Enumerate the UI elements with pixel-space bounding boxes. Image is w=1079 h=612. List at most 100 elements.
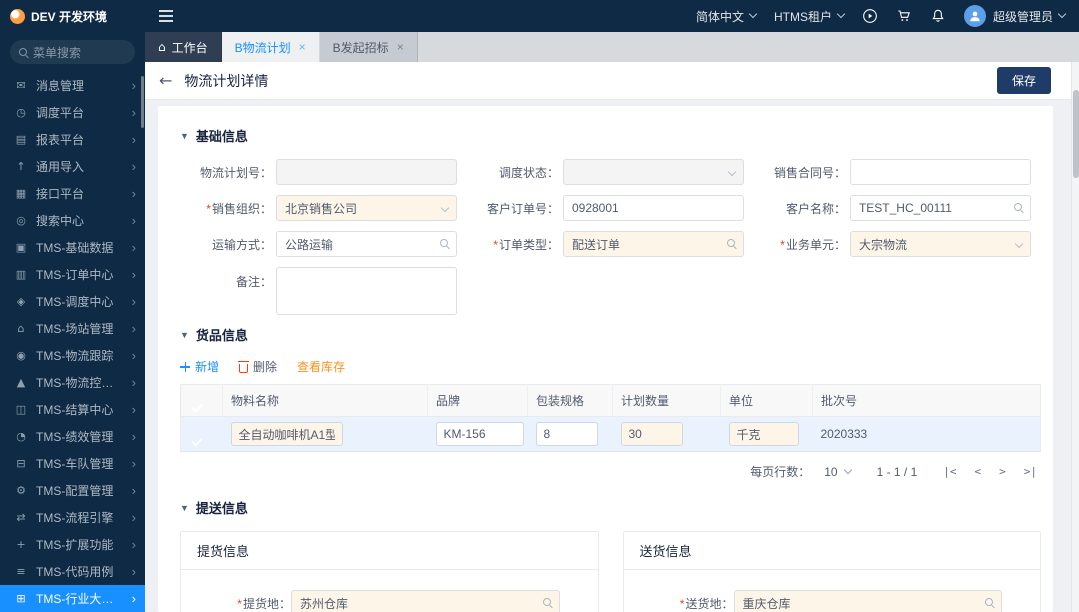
tab-workbench[interactable]: ⌂ 工作台 xyxy=(145,32,222,62)
material-name-input[interactable] xyxy=(230,422,343,446)
sidebar-item-tms-performance-mgmt[interactable]: ◔ TMS-绩效管理 › xyxy=(0,423,145,450)
vertical-scrollbar[interactable] xyxy=(1071,62,1079,612)
sidebar-item-report-platform[interactable]: ▤ 报表平台 › xyxy=(0,126,145,153)
first-page-button[interactable]: |< xyxy=(943,465,956,478)
tenant-label: HTMS租户 xyxy=(773,9,832,24)
package-spec-input[interactable] xyxy=(535,422,598,446)
topbar: DEV 开发环境 简体中文 HTMS租户 超级管理员 xyxy=(0,0,1079,32)
search-icon xyxy=(19,48,27,56)
dispatch-status-select[interactable] xyxy=(562,159,744,185)
page-range-label: 1 - 1 / 1 xyxy=(876,464,918,479)
tab-bar: ⌂ 工作台 B物流计划 × B发起招标 × xyxy=(145,32,1079,62)
sidebar-item-tms-order-center[interactable]: ▥ TMS-订单中心 › xyxy=(0,261,145,288)
planned-qty-input[interactable] xyxy=(620,422,683,446)
sidebar-item-tms-dispatch-center[interactable]: ◈ TMS-调度中心 › xyxy=(0,288,145,315)
section-basic-info: ▼ 基础信息 物流计划号 调度状态 xyxy=(180,126,1041,315)
batch-no-value: 2020333 xyxy=(820,427,868,441)
form-card: ▼ 基础信息 物流计划号 调度状态 xyxy=(158,106,1053,612)
sidebar-item-search-center[interactable]: ◎ 搜索中心 › xyxy=(0,207,145,234)
customer-name-lookup-input[interactable] xyxy=(849,195,1031,221)
transport-mode-lookup-input[interactable] xyxy=(276,231,457,257)
customer-order-no-input[interactable] xyxy=(562,195,744,221)
menu-search-input[interactable]: 菜单搜索 xyxy=(10,40,135,64)
user-menu[interactable]: 超级管理员 xyxy=(963,5,1067,27)
chevron-right-icon: › xyxy=(131,321,136,336)
search-icon: ◎ xyxy=(16,214,26,227)
chevron-down-icon xyxy=(836,9,846,19)
message-icon: ✉ xyxy=(16,79,26,92)
tenant-select[interactable]: HTMS租户 xyxy=(773,8,846,25)
lookup-search-icon[interactable] xyxy=(1013,203,1022,211)
lookup-search-icon[interactable] xyxy=(726,239,735,247)
lookup-search-icon[interactable] xyxy=(542,598,551,606)
lookup-search-icon[interactable] xyxy=(439,239,448,247)
chevron-right-icon: › xyxy=(131,213,136,228)
database-icon: ▣ xyxy=(15,241,27,254)
prev-page-button[interactable]: < xyxy=(975,465,982,478)
chevron-right-icon: › xyxy=(131,537,136,552)
field-transport-mode: 运输方式 xyxy=(180,231,467,257)
play-circle-icon[interactable] xyxy=(862,8,878,24)
sidebar-item-general-import[interactable]: ↑ 通用导入 › xyxy=(0,153,145,180)
collapse-triangle-icon: ▼ xyxy=(180,502,189,513)
sidebar-item-tms-bulk-logistics[interactable]: ⊞ TMS-行业大宗物流 › xyxy=(0,585,145,612)
business-unit-select[interactable] xyxy=(849,231,1031,257)
tab-logistics-plan[interactable]: B物流计划 × xyxy=(221,32,320,62)
rows-per-page-select[interactable]: 10 xyxy=(824,465,852,479)
view-stock-button[interactable]: 查看库存 xyxy=(297,358,345,375)
close-icon[interactable]: × xyxy=(397,40,404,54)
chevron-right-icon: › xyxy=(131,402,136,417)
close-icon[interactable]: × xyxy=(299,40,306,54)
code-icon: ≡ xyxy=(16,565,26,578)
sidebar-item-tms-fleet-mgmt[interactable]: ⊟ TMS-车队管理 › xyxy=(0,450,145,477)
goods-table: 物料名称 品牌 包装规格 计划数量 单位 批次号 全自动咖啡机A1型 KM-15… xyxy=(180,384,1041,452)
lookup-search-icon[interactable] xyxy=(985,598,993,606)
back-arrow-icon[interactable]: ← xyxy=(159,71,172,90)
section-title-shipping[interactable]: ▼ 提送信息 xyxy=(180,498,1041,517)
sidebar-item-tms-basic-data[interactable]: ▣ TMS-基础数据 › xyxy=(0,234,145,261)
last-page-button[interactable]: >| xyxy=(1024,465,1037,478)
menu-search-placeholder: 菜单搜索 xyxy=(33,45,82,60)
sidebar-item-message-mgmt[interactable]: ✉ 消息管理 › xyxy=(0,72,145,99)
cart-icon[interactable] xyxy=(896,8,912,24)
plan-no-input[interactable] xyxy=(276,159,457,185)
sidebar-item-tms-code-samples[interactable]: ≡ TMS-代码用例 › xyxy=(0,558,145,585)
hamburger-menu-icon[interactable] xyxy=(159,10,173,22)
sidebar-item-tms-extension[interactable]: + TMS-扩展功能 › xyxy=(0,531,145,558)
sidebar-item-tms-config-mgmt[interactable]: ⚙ TMS-配置管理 › xyxy=(0,477,145,504)
field-pickup-place: 提货地 xyxy=(181,590,598,612)
sidebar-item-tms-station-mgmt[interactable]: ⌂ TMS-场站管理 › xyxy=(0,315,145,342)
sidebar-item-tms-process-engine[interactable]: ⇄ TMS-流程引擎 › xyxy=(0,504,145,531)
sales-org-select[interactable] xyxy=(276,195,457,221)
tab-start-bidding[interactable]: B发起招标 × xyxy=(319,32,418,62)
sidebar-item-dispatch-platform[interactable]: ◷ 调度平台 › xyxy=(0,99,145,126)
page-title: 物流计划详情 xyxy=(184,72,269,89)
page-content: ▼ 基础信息 物流计划号 调度状态 xyxy=(145,100,1079,612)
section-title-goods[interactable]: ▼ 货品信息 xyxy=(180,325,1041,344)
delivery-place-lookup-input[interactable] xyxy=(733,590,1002,612)
sidebar-item-tms-logistics-tracking[interactable]: ◉ TMS-物流跟踪 › xyxy=(0,342,145,369)
remark-textarea[interactable] xyxy=(276,267,457,315)
add-row-button[interactable]: 新增 xyxy=(180,358,219,375)
delete-row-button[interactable]: 删除 xyxy=(238,358,277,375)
app-shell: 菜单搜索 ✉ 消息管理 › ◷ 调度平台 › ▤ 报表平台 › ↑ 通用导入 › xyxy=(0,32,1079,612)
save-button[interactable]: 保存 xyxy=(996,67,1051,94)
brand-input[interactable] xyxy=(435,422,524,446)
contract-no-input[interactable] xyxy=(849,159,1031,185)
sidebar-scrollbar-thumb[interactable] xyxy=(141,76,144,128)
fleet-icon: ⊟ xyxy=(16,457,26,470)
order-type-lookup-input[interactable] xyxy=(562,231,744,257)
next-page-button[interactable]: > xyxy=(999,465,1006,478)
sidebar-item-tms-control-tower[interactable]: ▲ TMS-物流控制塔 › xyxy=(0,369,145,396)
pickup-place-lookup-input[interactable] xyxy=(291,590,560,612)
bell-icon[interactable] xyxy=(930,8,946,24)
chevron-right-icon: › xyxy=(131,267,136,282)
language-select[interactable]: 简体中文 xyxy=(696,8,758,25)
username-label: 超级管理员 xyxy=(992,9,1053,24)
sidebar-item-interface-platform[interactable]: ▦ 接口平台 › xyxy=(0,180,145,207)
field-dispatch-status: 调度状态 xyxy=(467,159,754,185)
sidebar-item-tms-settlement-center[interactable]: ◫ TMS-结算中心 › xyxy=(0,396,145,423)
section-title-basic[interactable]: ▼ 基础信息 xyxy=(180,126,1041,145)
unit-input[interactable] xyxy=(728,422,799,446)
scrollbar-thumb[interactable] xyxy=(1073,90,1079,178)
